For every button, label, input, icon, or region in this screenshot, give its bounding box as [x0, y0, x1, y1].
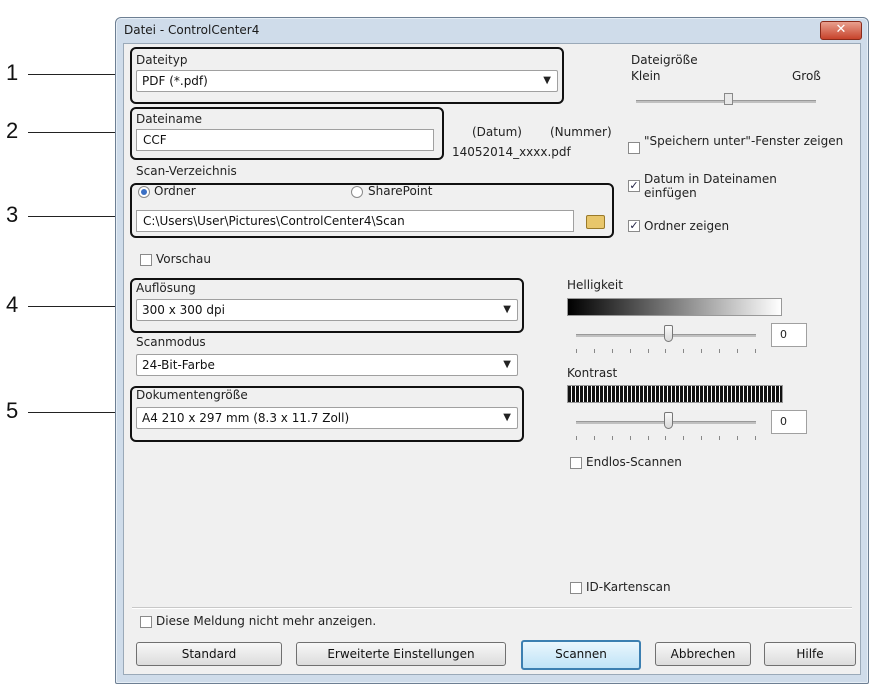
- show-folder-label: Ordner zeigen: [644, 219, 730, 233]
- title-bar[interactable]: Datei - ControlCenter4 ✕: [116, 18, 868, 42]
- scan-button[interactable]: Scannen: [521, 640, 641, 670]
- callout-2: 2: [6, 118, 19, 143]
- help-button[interactable]: Hilfe: [764, 642, 856, 666]
- scan-mode-value: 24-Bit-Farbe: [142, 358, 215, 372]
- continuous-scan-label: Endlos-Scannen: [586, 455, 682, 469]
- number-label: (Nummer): [550, 125, 612, 139]
- callout-4: 4: [6, 292, 19, 317]
- preview-checkbox[interactable]: [140, 254, 152, 266]
- brightness-value-field[interactable]: 0: [771, 323, 807, 347]
- date-label: (Datum): [472, 125, 522, 139]
- window-title: Datei - ControlCenter4: [124, 23, 260, 37]
- contrast-ticks: [576, 436, 756, 440]
- contrast-thumb[interactable]: [664, 412, 673, 429]
- standard-button[interactable]: Standard: [136, 642, 282, 666]
- save-as-checkbox[interactable]: [628, 142, 640, 154]
- close-button[interactable]: ✕: [820, 21, 862, 40]
- file-size-min-label: Klein: [631, 69, 661, 83]
- highlight-doc-size: [130, 386, 524, 442]
- continuous-scan-checkbox[interactable]: [570, 457, 582, 469]
- show-folder-checkbox[interactable]: ✓: [628, 220, 640, 232]
- save-as-label: "Speichern unter"-Fenster zeigen: [644, 134, 844, 148]
- close-icon: ✕: [835, 22, 847, 37]
- brightness-label: Helligkeit: [567, 278, 623, 292]
- contrast-label: Kontrast: [567, 366, 618, 380]
- file-size-max-label: Groß: [792, 69, 821, 83]
- date-in-name-checkbox[interactable]: ✓: [628, 180, 640, 192]
- id-card-scan-label: ID-Kartenscan: [586, 580, 671, 594]
- dont-show-label: Diese Meldung nicht mehr anzeigen.: [156, 614, 377, 628]
- contrast-pattern: [567, 385, 783, 403]
- chevron-down-icon: ▼: [503, 359, 511, 370]
- file-size-label: Dateigröße: [631, 53, 698, 67]
- file-name-example: 14052014_xxxx.pdf: [452, 145, 571, 159]
- contrast-value: 0: [780, 415, 787, 428]
- brightness-gradient: [567, 298, 782, 316]
- preview-label: Vorschau: [156, 252, 211, 266]
- contrast-value-field[interactable]: 0: [771, 410, 807, 434]
- callout-5: 5: [6, 398, 19, 423]
- dont-show-checkbox[interactable]: [140, 616, 152, 628]
- callout-3: 3: [6, 202, 19, 227]
- scan-mode-label: Scanmodus: [136, 335, 206, 349]
- highlight-scan-dir: [130, 183, 614, 238]
- highlight-file-name: [130, 107, 444, 160]
- advanced-settings-button[interactable]: Erweiterte Einstellungen: [296, 642, 506, 666]
- date-in-name-label: Datum in Dateinamen einfügen: [644, 172, 777, 200]
- file-size-thumb[interactable]: [724, 93, 733, 105]
- callout-1: 1: [6, 60, 19, 85]
- scan-mode-select[interactable]: 24-Bit-Farbe ▼: [136, 354, 518, 376]
- cancel-button[interactable]: Abbrechen: [655, 642, 751, 666]
- id-card-scan-checkbox[interactable]: [570, 582, 582, 594]
- highlight-file-type: [130, 47, 564, 104]
- brightness-value: 0: [780, 328, 787, 341]
- separator: [132, 607, 852, 609]
- scan-dir-label: Scan-Verzeichnis: [136, 164, 237, 178]
- highlight-resolution: [130, 278, 524, 333]
- brightness-thumb[interactable]: [664, 325, 673, 342]
- brightness-ticks: [576, 349, 756, 353]
